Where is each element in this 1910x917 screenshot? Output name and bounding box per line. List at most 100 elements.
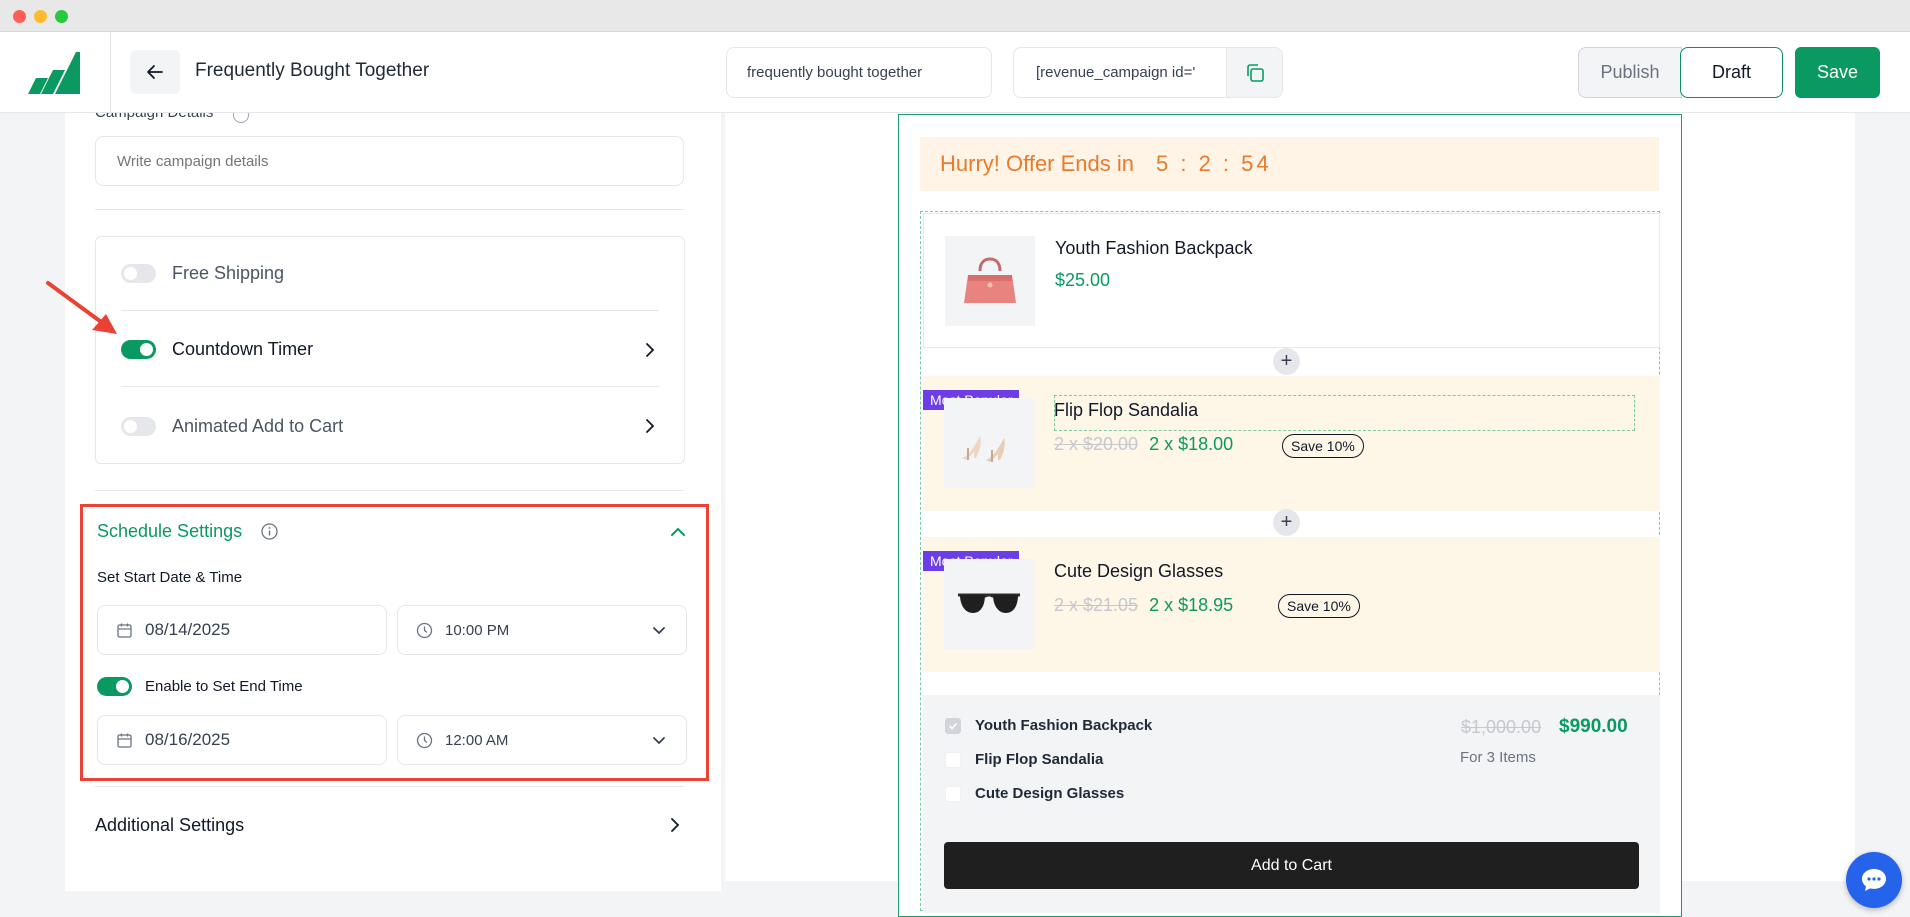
product-name: Youth Fashion Backpack (1055, 238, 1253, 258)
item-checkbox[interactable] (945, 717, 961, 734)
divider (95, 786, 684, 787)
animated-add-to-cart-toggle[interactable] (121, 416, 156, 436)
campaign-preview: Hurry! Offer Ends in 5 : 2 : 54 Youth Fa… (898, 114, 1682, 917)
end-date-picker[interactable]: 08/16/2025 (97, 715, 387, 765)
product-price: 2 x $18.95 (1149, 595, 1234, 615)
countdown-timer: 5 : 2 : 54 (1156, 151, 1272, 176)
campaign-options: Free Shipping Countdown Timer Animated A… (95, 236, 685, 464)
shortcode-text: [revenue_campaign id=' (1036, 64, 1196, 81)
shortcode-field[interactable]: [revenue_campaign id=' (1013, 47, 1283, 98)
copy-shortcode-button[interactable] (1226, 48, 1282, 97)
countdown-timer-toggle[interactable] (121, 340, 156, 359)
end-time-select[interactable]: 12:00 AM (397, 715, 687, 765)
summary-item-label: Youth Fashion Backpack (975, 717, 1153, 734)
copy-icon (1246, 63, 1264, 82)
back-button[interactable] (130, 50, 180, 94)
chevron-right-icon (646, 342, 655, 357)
divider (95, 209, 684, 210)
end-time-toggle[interactable] (97, 677, 132, 696)
summary-item-count: For 3 Items (1460, 749, 1536, 766)
chat-icon (1862, 869, 1886, 891)
campaign-name-input[interactable] (726, 47, 992, 98)
save-percent-badge: Save 10% (1278, 594, 1360, 618)
end-time-toggle-label: Enable to Set End Time (145, 678, 303, 695)
start-time-select[interactable]: 10:00 PM (397, 605, 687, 655)
product-card[interactable]: Youth Fashion Backpack $25.00 (923, 213, 1660, 348)
option-label: Free Shipping (172, 263, 285, 283)
selected-element-outline (1054, 395, 1635, 431)
summary-item[interactable]: Youth Fashion Backpack (945, 717, 1152, 734)
add-product-button[interactable]: + (1273, 509, 1300, 536)
save-percent-badge: Save 10% (1282, 434, 1364, 458)
campaign-details-label: Campaign Details (95, 113, 213, 121)
add-to-cart-button[interactable]: Add to Cart (944, 842, 1639, 889)
product-old-price: 2 x $20.00 (1054, 434, 1139, 454)
info-icon (261, 523, 278, 540)
schedule-settings-title: Schedule Settings (97, 521, 243, 541)
chevron-up-icon[interactable] (667, 521, 689, 543)
calendar-icon (117, 623, 132, 638)
campaign-details-input[interactable] (95, 136, 684, 186)
end-time-value: 12:00 AM (445, 731, 509, 749)
maximize-window-button[interactable] (55, 10, 68, 23)
arrow-left-icon (147, 65, 163, 79)
brand-logo (28, 52, 80, 94)
save-button[interactable]: Save (1795, 47, 1880, 98)
minimize-window-button[interactable] (34, 10, 47, 23)
bundle-summary: Youth Fashion Backpack Flip Flop Sandali… (923, 695, 1660, 913)
end-time-toggle-row[interactable]: Enable to Set End Time (97, 677, 303, 696)
page-title: Frequently Bought Together (195, 60, 430, 81)
product-name: Cute Design Glasses (1054, 561, 1224, 581)
product-price-row: 2 x $20.00 2 x $18.00 (1054, 434, 1233, 455)
heels-image-icon (962, 436, 1005, 462)
product-price: $25.00 (1055, 270, 1111, 290)
start-time-value: 10:00 PM (445, 621, 510, 639)
summary-item-label: Cute Design Glasses (975, 785, 1125, 802)
start-date-time-label: Set Start Date & Time (97, 569, 243, 586)
summary-old-total: $1,000.00 (1461, 717, 1542, 737)
summary-item[interactable]: Cute Design Glasses (945, 785, 1124, 802)
option-free-shipping[interactable]: Free Shipping (121, 237, 659, 311)
additional-settings-row[interactable]: Additional Settings (95, 805, 684, 845)
product-price-row: 2 x $21.05 2 x $18.95 (1054, 595, 1233, 616)
schedule-settings-section: Schedule Settings Set Start Date & Time … (80, 504, 709, 781)
product-image (944, 559, 1034, 649)
clock-icon (416, 732, 433, 748)
window-titlebar (0, 0, 1910, 32)
check-icon (948, 722, 958, 730)
chevron-right-icon (646, 419, 655, 433)
product-card[interactable]: Most Popular Cute Design Glasses 2 x $21… (923, 537, 1660, 672)
product-image (944, 398, 1034, 488)
product-image (945, 236, 1035, 326)
start-date-value: 08/14/2025 (145, 620, 231, 639)
chevron-down-icon (653, 737, 665, 745)
option-animated-add-to-cart[interactable]: Animated Add to Cart (121, 389, 659, 463)
draft-button[interactable]: Draft (1680, 47, 1783, 98)
chat-support-button[interactable] (1846, 852, 1902, 908)
summary-item[interactable]: Flip Flop Sandalia (945, 751, 1103, 768)
item-checkbox[interactable] (945, 751, 961, 768)
end-date-value: 08/16/2025 (145, 730, 231, 749)
free-shipping-toggle[interactable] (121, 264, 156, 283)
chevron-down-icon (653, 627, 665, 635)
option-label: Countdown Timer (172, 339, 314, 359)
sunglasses-image-icon (958, 593, 1020, 613)
divider (95, 490, 684, 491)
add-product-button[interactable]: + (1273, 348, 1300, 375)
info-icon (233, 113, 249, 123)
handbag-image-icon (964, 257, 1016, 303)
header-divider (110, 32, 111, 113)
option-label: Animated Add to Cart (172, 415, 344, 436)
summary-item-label: Flip Flop Sandalia (975, 751, 1104, 768)
annotation-arrow-icon (46, 281, 117, 334)
option-countdown-timer[interactable]: Countdown Timer (121, 313, 659, 387)
item-checkbox[interactable] (945, 785, 961, 802)
publish-button[interactable]: Publish (1578, 47, 1682, 98)
close-window-button[interactable] (13, 10, 26, 23)
clock-icon (416, 622, 433, 638)
offer-text: Hurry! Offer Ends in (940, 151, 1134, 176)
calendar-icon (117, 733, 132, 748)
additional-settings-label: Additional Settings (95, 814, 245, 835)
start-date-picker[interactable]: 08/14/2025 (97, 605, 387, 655)
summary-new-total: $990.00 (1559, 716, 1628, 737)
